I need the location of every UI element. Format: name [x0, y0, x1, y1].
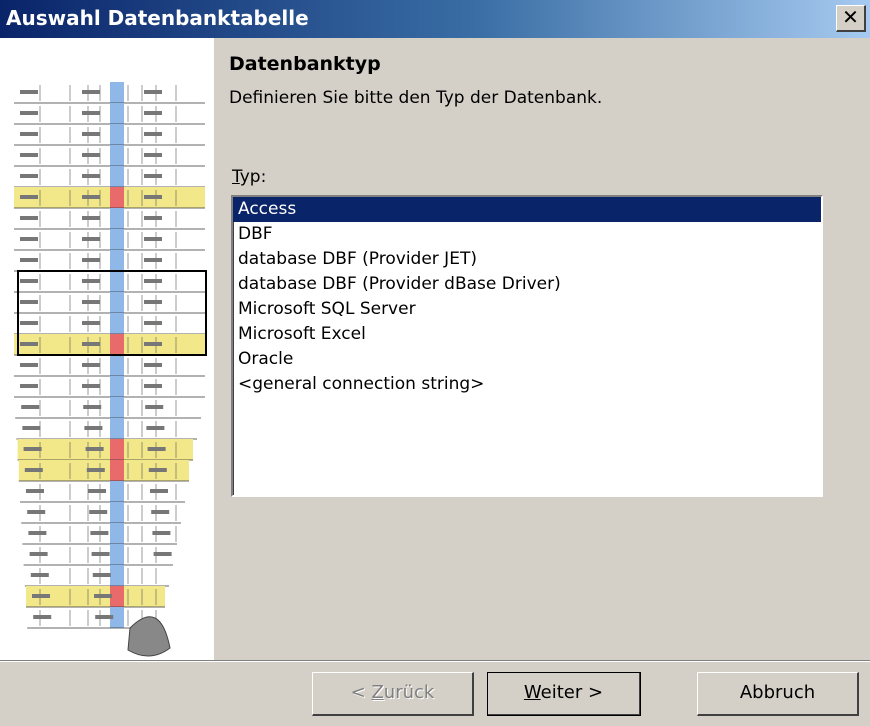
- database-type-listbox[interactable]: Access DBF database DBF (Provider JET) d…: [231, 195, 823, 497]
- list-item-oracle[interactable]: Oracle: [233, 347, 821, 372]
- close-button[interactable]: ✕: [836, 5, 866, 32]
- list-item-access[interactable]: Access: [233, 197, 821, 222]
- title-bar[interactable]: Auswahl Datenbanktabelle ✕: [0, 0, 870, 38]
- list-item-excel[interactable]: Microsoft Excel: [233, 322, 821, 347]
- footer-divider: [0, 660, 870, 662]
- next-button[interactable]: Weiter >: [487, 672, 641, 716]
- back-button-accelerator: Z: [371, 682, 384, 703]
- list-item-dbf-dbase[interactable]: database DBF (Provider dBase Driver): [233, 272, 821, 297]
- next-button-text: eiter >: [540, 682, 604, 703]
- list-item-sql-server[interactable]: Microsoft SQL Server: [233, 297, 821, 322]
- back-button-text: urück: [383, 682, 435, 703]
- close-icon: ✕: [842, 5, 859, 29]
- spreadsheet-icon: [14, 82, 207, 657]
- type-label-text: yp:: [239, 167, 267, 187]
- back-button[interactable]: < Zurück: [312, 672, 474, 716]
- back-button-prefix: <: [350, 682, 372, 703]
- list-item-general-connection[interactable]: <general connection string>: [233, 372, 821, 397]
- window-title: Auswahl Datenbanktabelle: [6, 6, 309, 30]
- type-label-accelerator: T: [232, 167, 240, 187]
- next-button-accelerator: W: [523, 682, 541, 703]
- dialog-window: Auswahl Datenbanktabelle ✕ Datenbanktyp …: [0, 0, 870, 726]
- page-description: Definieren Sie bitte den Typ der Datenba…: [229, 88, 603, 108]
- page-heading: Datenbanktyp: [229, 53, 381, 75]
- spreadsheet-illustration: [0, 38, 214, 660]
- cancel-button[interactable]: Abbruch: [697, 672, 859, 716]
- list-item-dbf[interactable]: DBF: [233, 222, 821, 247]
- list-item-dbf-jet[interactable]: database DBF (Provider JET): [233, 247, 821, 272]
- type-label: Typ:: [232, 167, 266, 187]
